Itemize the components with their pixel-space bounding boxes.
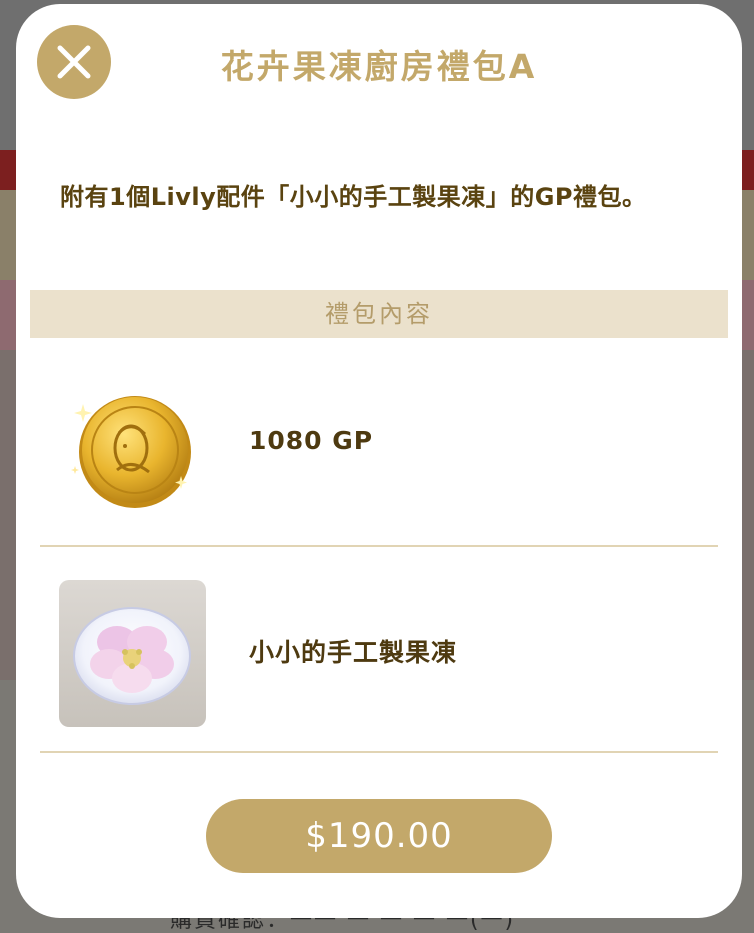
divider: [40, 751, 718, 753]
modal-title: 花卉果凍廚房禮包A: [220, 47, 538, 86]
bundle-description: 附有1個Livly配件「小小的手工製果凍」的GP禮包。: [60, 183, 647, 211]
divider: [40, 545, 718, 547]
bundle-item: 小小的手工製果凍: [40, 580, 718, 752]
bundle-item-name: 1080 GP: [249, 426, 374, 455]
purchase-button[interactable]: $190.00: [206, 799, 552, 873]
flower-jelly-icon: [59, 580, 206, 727]
gold-coin-icon: [59, 378, 206, 525]
bundle-item-name: 小小的手工製果凍: [249, 638, 458, 667]
bundle-detail-modal: 花卉果凍廚房禮包A 附有1個Livly配件「小小的手工製果凍」的GP禮包。 禮包…: [16, 4, 742, 918]
bundle-item: 1080 GP: [40, 374, 718, 546]
bundle-contents-header: 禮包內容: [30, 290, 728, 338]
